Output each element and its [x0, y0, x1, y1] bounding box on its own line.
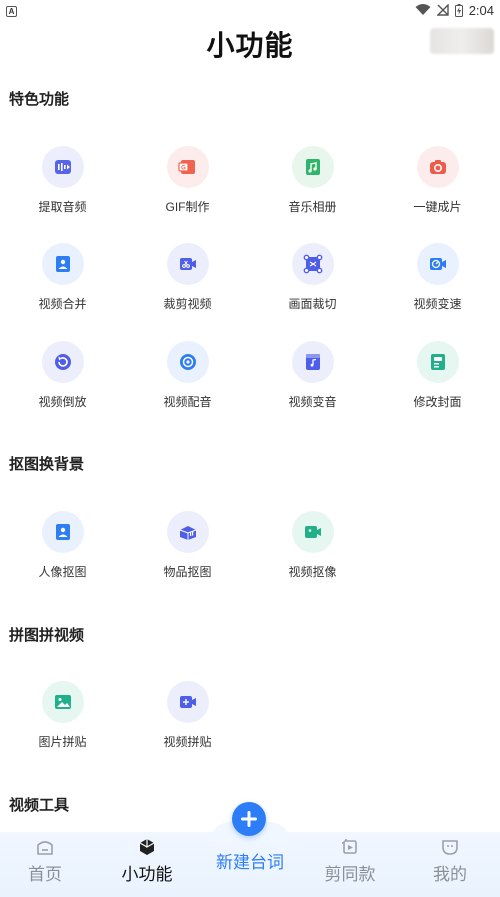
- feature-label: 视频拼贴: [163, 735, 212, 749]
- feature-label: 视频变音: [288, 395, 337, 409]
- feature-label: 图片拼贴: [38, 735, 87, 749]
- voice-change-icon: [305, 354, 320, 370]
- notification-badge: A: [6, 6, 17, 17]
- feature-icon-circle: [291, 341, 334, 383]
- video-merge-icon: [55, 256, 70, 272]
- feature-icon-circle: [166, 341, 209, 383]
- crop-icon: [303, 254, 322, 274]
- feature-tile[interactable]: 物品抠图: [125, 511, 250, 580]
- status-left: A: [6, 3, 17, 17]
- feature-icon-circle: [41, 681, 84, 723]
- feature-label: 画面裁切: [288, 297, 337, 311]
- section-title-featured: 特色功能: [9, 91, 70, 108]
- feature-tile[interactable]: 视频抠像: [250, 511, 375, 580]
- object-cutout-icon: [179, 526, 196, 540]
- home-icon: [37, 841, 53, 855]
- nav-label-profile: 我的: [433, 865, 467, 884]
- section-title-collage: 拼图拼视频: [9, 627, 85, 644]
- feature-label: 人像抠图: [38, 565, 87, 579]
- wifi-icon: [415, 4, 431, 15]
- feature-tile[interactable]: 视频合并: [0, 243, 125, 312]
- feature-tile[interactable]: 音乐相册: [250, 146, 375, 215]
- feature-tile[interactable]: 图片拼贴: [0, 681, 125, 750]
- header-blurred-button[interactable]: [430, 28, 494, 54]
- feature-icon-circle: [41, 146, 84, 188]
- nav-label-new-script[interactable]: 新建台词: [200, 848, 300, 873]
- feature-icon-circle: [41, 341, 84, 383]
- feature-label: 物品抠图: [163, 565, 212, 579]
- cover-icon: [430, 354, 445, 370]
- plus-icon: [241, 811, 257, 827]
- feature-icon-circle: G: [166, 146, 209, 188]
- nav-label-templates: 剪同款: [324, 865, 376, 884]
- feature-label: 视频配音: [163, 395, 212, 409]
- feature-tile[interactable]: 视频变速: [375, 243, 500, 312]
- nav-item-tools[interactable]: 小功能: [102, 838, 192, 885]
- page-title: 小功能: [206, 30, 294, 61]
- new-script-button[interactable]: [232, 802, 266, 836]
- feature-icon-circle: [166, 511, 209, 553]
- section-title-cutout: 抠图换背景: [9, 456, 85, 473]
- feature-label: 裁剪视频: [163, 297, 212, 311]
- feature-tile[interactable]: 提取音频: [0, 146, 125, 215]
- status-bar: A 2:04: [0, 0, 500, 20]
- cube-icon: [139, 839, 155, 855]
- feature-tile[interactable]: 人像抠图: [0, 511, 125, 580]
- speed-icon: [429, 258, 446, 270]
- feature-icon-circle: [416, 146, 459, 188]
- video-cut-icon: [179, 258, 196, 270]
- feature-tile[interactable]: 视频拼贴: [125, 681, 250, 750]
- feature-tile[interactable]: 视频变音: [250, 341, 375, 410]
- profile-icon: [442, 840, 458, 855]
- feature-tile[interactable]: 视频倒放: [0, 341, 125, 410]
- nav-item-home[interactable]: 首页: [0, 838, 90, 885]
- dubbing-icon: [179, 354, 196, 370]
- header: 小功能: [0, 20, 500, 68]
- nav-item-templates[interactable]: 剪同款: [305, 838, 395, 885]
- status-time: 2:04: [468, 2, 494, 18]
- no-signal-icon: [436, 4, 449, 16]
- feature-label: 一键成片: [413, 200, 462, 214]
- feature-icon-circle: [291, 511, 334, 553]
- feature-tile[interactable]: 视频配音: [125, 341, 250, 410]
- feature-icon-circle: [166, 681, 209, 723]
- video-collage-icon: [179, 696, 196, 708]
- section-title-video-tools: 视频工具: [9, 797, 70, 814]
- feature-label: GIF制作: [165, 200, 210, 214]
- feature-label: 提取音频: [38, 200, 87, 214]
- feature-icon-circle: [291, 146, 334, 188]
- feature-tile[interactable]: 画面裁切: [250, 243, 375, 312]
- reverse-icon: [54, 354, 71, 370]
- feature-tile[interactable]: G GIF制作: [125, 146, 250, 215]
- nav-item-profile[interactable]: 我的: [405, 838, 495, 885]
- feature-label: 视频抠像: [288, 565, 337, 579]
- image-collage-icon: [54, 695, 71, 709]
- feature-icon-circle: [166, 243, 209, 285]
- feature-tile[interactable]: 修改封面: [375, 341, 500, 410]
- feature-icon-circle: [41, 511, 84, 553]
- portrait-cutout-icon: [55, 524, 70, 540]
- feature-label: 修改封面: [413, 395, 462, 409]
- feature-icon-circle: [416, 341, 459, 383]
- feature-tile[interactable]: 一键成片: [375, 146, 500, 215]
- camera-icon: [429, 160, 446, 174]
- feature-label: 视频合并: [38, 297, 87, 311]
- feature-icon-circle: [416, 243, 459, 285]
- feature-label: 视频倒放: [38, 395, 87, 409]
- svg-text:G: G: [181, 166, 186, 172]
- feature-label: 视频变速: [413, 297, 462, 311]
- battery-icon: [454, 3, 463, 17]
- feature-icon-circle: [291, 243, 334, 285]
- audio-extract-icon: [54, 160, 71, 174]
- music-album-icon: [305, 159, 320, 175]
- gif-icon: G: [177, 160, 195, 174]
- template-icon: [342, 839, 357, 854]
- feature-label: 音乐相册: [288, 200, 337, 214]
- nav-label-tools: 小功能: [121, 865, 173, 884]
- feature-icon-circle: [41, 243, 84, 285]
- video-cutout-icon: [304, 526, 321, 538]
- status-right: 2:04: [415, 3, 494, 18]
- feature-tile[interactable]: 裁剪视频: [125, 243, 250, 312]
- nav-label-home: 首页: [28, 865, 62, 884]
